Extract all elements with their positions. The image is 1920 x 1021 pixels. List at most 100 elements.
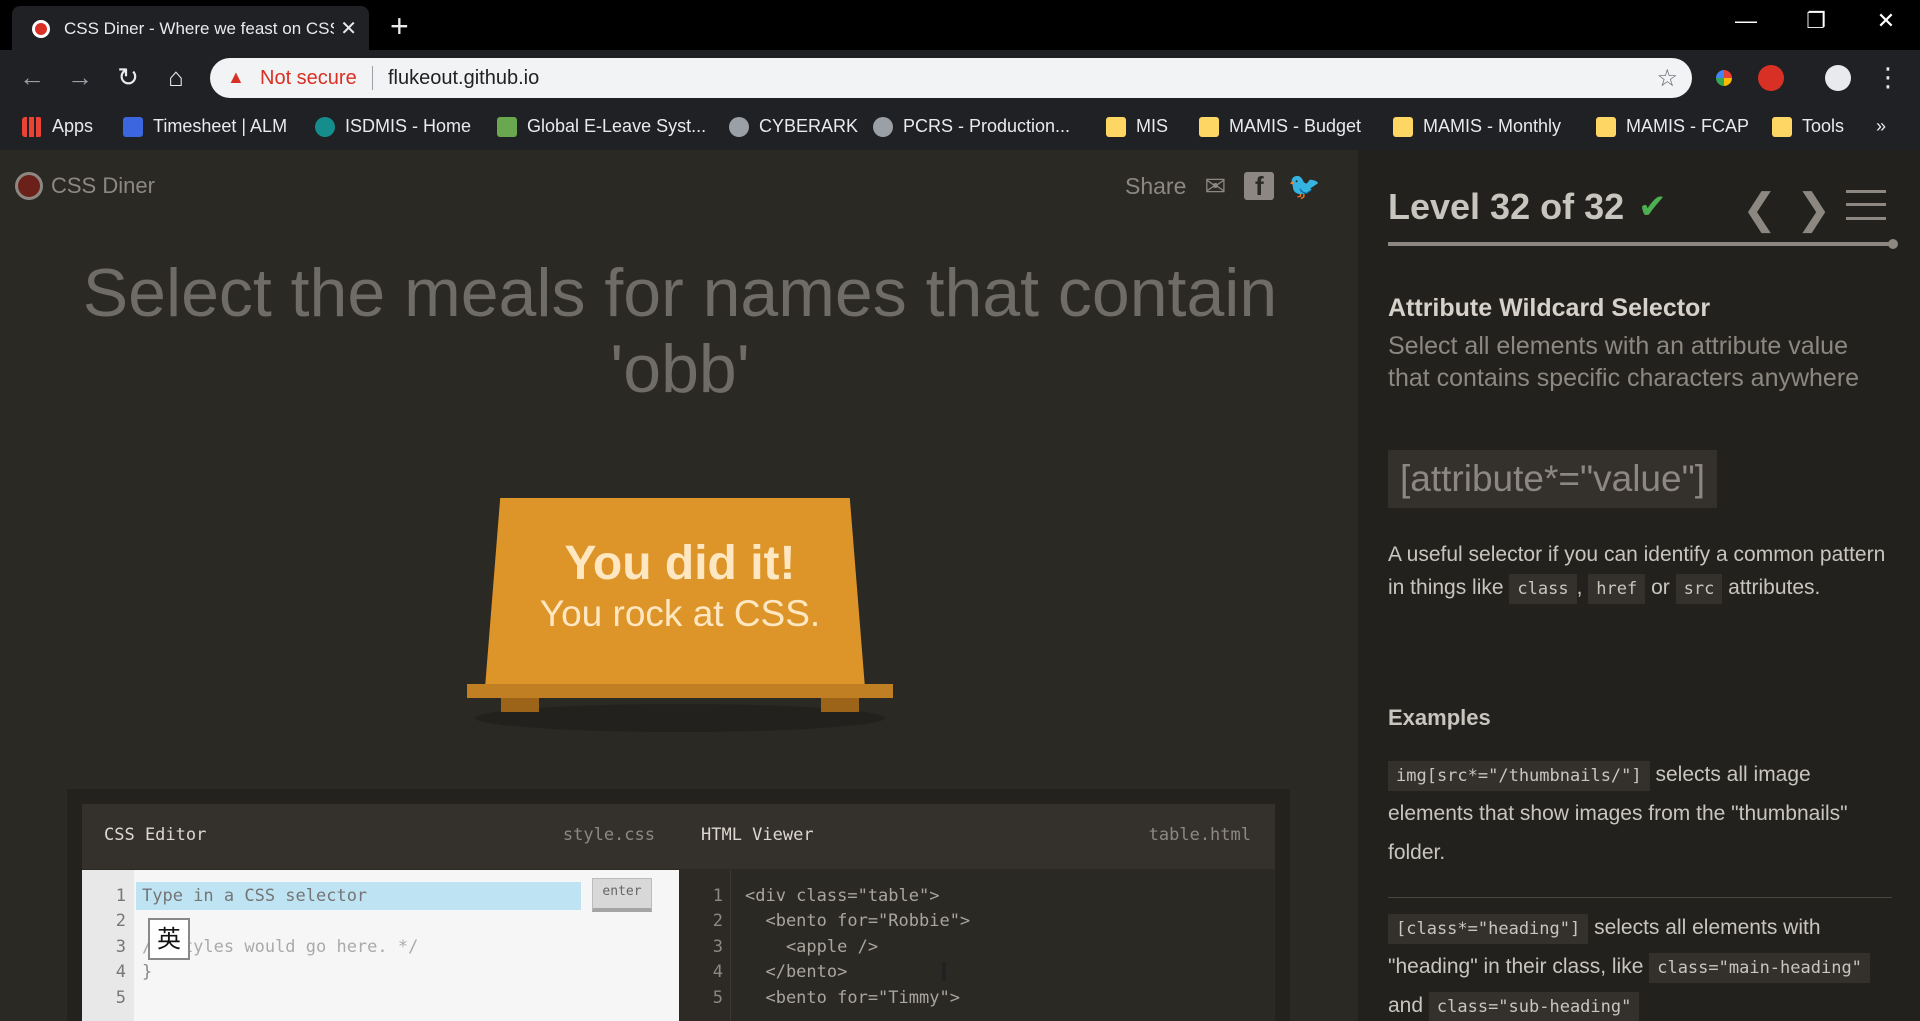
css-selector-input[interactable] [136, 882, 581, 910]
bookmark-timesheet[interactable]: Timesheet | ALM [123, 116, 287, 137]
more-menu-icon[interactable]: ⋮ [1872, 62, 1904, 93]
html-code-area: <div class="table"> <bento for="Robbie">… [731, 870, 1275, 1021]
example-1: img[src*="/thumbnails/"] selects all ima… [1388, 755, 1888, 872]
completed-check-icon: ✔ [1638, 188, 1667, 226]
bookmark-e-leave[interactable]: Global E-Leave Syst... [497, 116, 706, 137]
text-cursor-icon: I [940, 956, 948, 987]
restore-button[interactable]: ❐ [1796, 8, 1836, 34]
html-line[interactable]: </bento> [745, 962, 847, 982]
level-sidebar: Level 32 of 32 ✔ ❮ ❯ Attribute Wildcard … [1358, 150, 1920, 1021]
game-area: CSS Diner Share ✉ f 🐦 Select the meals f… [0, 150, 1358, 1021]
selector-syntax: [attribute*="value"] [1388, 450, 1717, 508]
alm-icon [123, 116, 143, 137]
css-diner-page: CSS Diner Share ✉ f 🐦 Select the meals f… [0, 150, 1920, 1021]
bookmarks-bar: Apps Timesheet | ALM ISDMIS - Home Globa… [0, 106, 1920, 150]
globe-icon [729, 116, 749, 137]
tab-title: CSS Diner - Where we feast on CSS [64, 19, 334, 38]
tab-close-icon[interactable]: ✕ [340, 16, 357, 41]
selector-title: Select all elements with an attribute va… [1388, 332, 1860, 392]
new-tab-button[interactable]: + [390, 8, 409, 45]
editor-panel: CSS Editor style.css 1 2 3 4 5 Type in a… [67, 789, 1290, 1021]
table-edge [467, 684, 893, 698]
folder-icon [1199, 116, 1219, 137]
bookmark-cyberark[interactable]: CYBERARK [729, 116, 858, 137]
example-2-code-main: class="main-heading" [1649, 953, 1870, 983]
profile-avatar-icon[interactable] [1825, 65, 1851, 91]
not-secure-label[interactable]: Not secure [260, 67, 357, 90]
table-leg [501, 698, 539, 712]
reload-icon[interactable]: ↻ [112, 62, 144, 93]
facebook-icon[interactable]: f [1244, 172, 1275, 200]
css-closing-brace: } [142, 962, 153, 982]
line-number: 5 [115, 988, 126, 1008]
bookmark-mamis-budget[interactable]: MAMIS - Budget [1199, 116, 1361, 137]
css-editor-header: CSS Editor style.css [82, 804, 679, 870]
example-2-code-sub: class="sub-heading" [1428, 992, 1640, 1021]
apps-grid-icon [22, 116, 42, 137]
line-number: 1 [115, 886, 126, 906]
hint-code-href: href [1588, 574, 1646, 604]
browser-tab-bar: CSS Diner - Where we feast on CSS ✕ + — … [0, 0, 1920, 50]
line-number: 2 [712, 911, 723, 931]
url-text[interactable]: flukeout.github.io [388, 67, 539, 90]
bookmark-apps[interactable]: Apps [22, 116, 93, 137]
success-subtitle: You rock at CSS. [539, 593, 821, 634]
css-line-numbers: 1 2 3 4 5 [82, 870, 134, 1021]
close-window-button[interactable]: ✕ [1866, 8, 1906, 34]
level-progress-bar [1388, 239, 1898, 249]
warning-icon: ▲ [227, 67, 245, 87]
line-number: 4 [115, 962, 126, 982]
example-2-and: and [1388, 994, 1424, 1017]
extension-hand-icon[interactable] [1758, 65, 1784, 91]
css-editor-filename: style.css [562, 825, 655, 845]
back-icon[interactable]: ← [16, 62, 48, 93]
hint-code-class: class [1509, 574, 1577, 604]
html-line-numbers: 1 2 3 4 5 [679, 870, 731, 1021]
bookmark-mis[interactable]: MIS [1106, 116, 1168, 137]
html-line[interactable]: <div class="table"> [745, 886, 939, 906]
bookmark-pcrs[interactable]: PCRS - Production... [873, 116, 1070, 137]
minimize-button[interactable]: — [1726, 8, 1766, 34]
success-title: You did it! [564, 537, 796, 590]
hint-text-end: attributes. [1728, 576, 1821, 599]
enter-button[interactable]: enter [592, 878, 652, 912]
extension-color-icon[interactable] [1711, 65, 1737, 91]
globe-icon [873, 116, 893, 137]
line-number: 5 [712, 988, 723, 1008]
folder-icon [1106, 116, 1126, 137]
css-code-area: enter /* Styles would go here. */ } 英 [134, 870, 679, 1021]
bookmarks-overflow-icon[interactable]: » [1876, 116, 1886, 137]
bookmark-star-icon[interactable]: ☆ [1656, 64, 1678, 93]
html-viewer-title: HTML Viewer [701, 825, 814, 845]
html-line[interactable]: <apple /> [745, 937, 878, 957]
hint-comma: , [1576, 576, 1583, 599]
email-icon[interactable]: ✉ [1200, 172, 1230, 200]
line-number: 3 [712, 937, 723, 957]
example-1-code: img[src*="/thumbnails/"] [1388, 761, 1650, 791]
twitter-icon[interactable]: 🐦 [1288, 172, 1320, 200]
browser-tab[interactable]: CSS Diner - Where we feast on CSS ✕ [12, 6, 369, 50]
folder-icon [1596, 116, 1616, 137]
examples-divider [1388, 897, 1892, 898]
home-icon[interactable]: ⌂ [160, 62, 192, 93]
address-bar[interactable]: ▲ Not secure flukeout.github.io ☆ [210, 58, 1692, 98]
next-level-icon[interactable]: ❯ [1796, 184, 1831, 233]
html-line[interactable]: <bento for="Timmy"> [745, 988, 959, 1008]
bookmark-tools[interactable]: Tools [1772, 116, 1844, 137]
bookmark-mamis-fcap[interactable]: MAMIS - FCAP [1596, 116, 1749, 137]
css-editor-title: CSS Editor [104, 825, 207, 845]
line-number: 2 [115, 911, 126, 931]
bookmark-isdmis[interactable]: ISDMIS - Home [315, 116, 471, 137]
selector-hint: A useful selector if you can identify a … [1388, 538, 1888, 604]
level-indicator: Level 32 of 32 ✔ [1388, 186, 1667, 228]
bookmark-mamis-monthly[interactable]: MAMIS - Monthly [1393, 116, 1561, 137]
forward-icon[interactable]: → [64, 62, 96, 93]
level-menu-icon[interactable] [1846, 190, 1886, 220]
ime-indicator[interactable]: 英 [148, 918, 190, 960]
html-viewer-filename: table.html [1148, 825, 1251, 845]
previous-level-icon[interactable]: ❮ [1742, 184, 1777, 233]
css-diner-logo[interactable]: CSS Diner [15, 172, 155, 200]
html-line[interactable]: <bento for="Robbie"> [745, 911, 970, 931]
logo-text: CSS Diner [51, 173, 155, 198]
html-viewer: HTML Viewer table.html 1 2 3 4 5 <div cl… [679, 804, 1275, 1021]
